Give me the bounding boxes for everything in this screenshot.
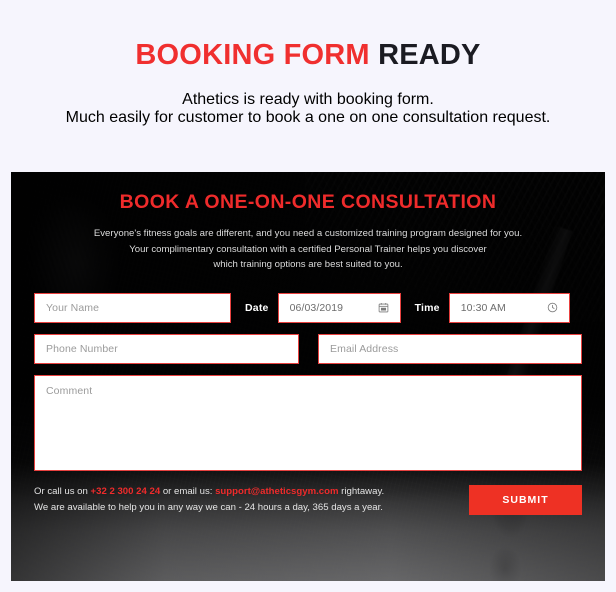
email-input[interactable]: Email Address	[318, 333, 582, 364]
footer-call-suffix: rightaway.	[338, 485, 385, 497]
date-input[interactable]: 06/03/2019	[277, 292, 401, 323]
footer-call-prefix: Or call us on	[34, 485, 91, 497]
form-description-line-2: Your complimentary consultation with a c…	[129, 243, 487, 255]
phone-input[interactable]: Phone Number	[34, 333, 299, 364]
footer-contact-line-1: Or call us on +32 2 300 24 24 or email u…	[34, 484, 384, 501]
form-row-comment: Comment	[34, 374, 582, 471]
submit-button[interactable]: SUBMIT	[469, 485, 582, 516]
clock-icon[interactable]	[547, 302, 558, 313]
footer-email-link[interactable]: support@atheticsgym.com	[215, 486, 338, 497]
time-label: Time	[414, 301, 440, 314]
page-title-rest: READY	[378, 39, 481, 71]
footer-contact-line-2: We are available to help you in any way …	[34, 502, 383, 514]
page-title-accent: BOOKING FORM	[135, 39, 370, 71]
booking-form: Your Name Date 06/03/2019 Time 10:30 AM …	[11, 292, 605, 471]
name-input-placeholder: Your Name	[46, 301, 100, 314]
footer-email-prefix: or email us:	[160, 485, 216, 497]
footer-phone-link[interactable]: +32 2 300 24 24	[91, 486, 161, 497]
page-title: BOOKING FORM READY	[0, 38, 616, 73]
phone-input-placeholder: Phone Number	[46, 342, 118, 355]
name-input[interactable]: Your Name	[34, 292, 231, 323]
form-footer: Or call us on +32 2 300 24 24 or email u…	[11, 484, 605, 517]
section-subtitle-line-2: Much easily for customer to book a one o…	[65, 108, 551, 126]
form-row-primary: Your Name Date 06/03/2019 Time 10:30 AM	[34, 292, 582, 323]
section-header: BOOKING FORM READY Athetics is ready wit…	[0, 0, 616, 127]
footer-contact-text: Or call us on +32 2 300 24 24 or email u…	[34, 484, 384, 517]
form-description: Everyone's fitness goals are different, …	[68, 226, 548, 273]
calendar-icon[interactable]	[378, 302, 389, 313]
time-input-value: 10:30 AM	[460, 301, 506, 314]
section-subtitle-line-1: Athetics is ready with booking form.	[182, 90, 434, 108]
form-description-line-3: which training options are best suited t…	[213, 259, 403, 271]
comment-textarea[interactable]: Comment	[34, 374, 582, 471]
time-input[interactable]: 10:30 AM	[448, 292, 570, 323]
email-input-placeholder: Email Address	[330, 342, 399, 355]
comment-textarea-placeholder: Comment	[46, 384, 93, 397]
booking-form-panel: BOOK A ONE-ON-ONE CONSULTATION Everyone'…	[11, 172, 605, 581]
date-input-value: 06/03/2019	[289, 301, 344, 314]
panel-content: BOOK A ONE-ON-ONE CONSULTATION Everyone'…	[11, 172, 605, 581]
date-label: Date	[245, 301, 269, 314]
form-row-contact: Phone Number Email Address	[34, 333, 582, 364]
form-description-line-1: Everyone's fitness goals are different, …	[93, 228, 523, 239]
form-heading: BOOK A ONE-ON-ONE CONSULTATION	[119, 191, 497, 213]
